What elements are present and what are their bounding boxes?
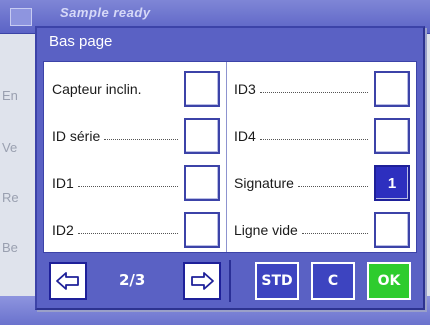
row-id2: ID2 — [52, 210, 220, 250]
row-id-serie: ID série — [52, 116, 220, 156]
button-bar: 2/3 STD C OK — [43, 258, 417, 304]
row-id4: ID4 — [234, 116, 410, 156]
background-label: Be — [2, 240, 18, 255]
row-id1: ID1 — [52, 163, 220, 203]
row-label: Signature — [234, 175, 294, 191]
dot-leader — [104, 138, 178, 140]
arrow-left-icon — [56, 272, 79, 290]
row-label: ID2 — [52, 222, 74, 238]
id2-checkbox[interactable] — [184, 212, 220, 248]
row-label: ID3 — [234, 81, 256, 97]
scale-icon — [10, 8, 32, 26]
button-separator — [229, 260, 231, 302]
dot-leader — [259, 138, 368, 140]
previous-page-button[interactable] — [49, 262, 87, 300]
arrow-right-icon — [191, 272, 214, 290]
row-label: ID série — [52, 128, 101, 144]
row-signature: Signature 1 — [234, 163, 410, 203]
dot-leader — [301, 232, 368, 234]
row-label: ID4 — [234, 128, 256, 144]
row-label: Ligne vide — [234, 222, 298, 238]
next-page-button[interactable] — [183, 262, 221, 300]
id4-checkbox[interactable] — [374, 118, 410, 154]
clear-button[interactable]: C — [311, 262, 355, 300]
background-label: Re — [2, 190, 19, 205]
page-indicator: 2/3 — [119, 271, 146, 289]
background-label: En — [2, 88, 18, 103]
dialog-title: Bas page — [49, 33, 113, 50]
dot-leader — [77, 185, 178, 187]
background-label: Ve — [2, 140, 18, 155]
id1-checkbox[interactable] — [184, 165, 220, 201]
row-ligne-vide: Ligne vide — [234, 210, 410, 250]
dot-leader — [77, 232, 178, 234]
row-label: Capteur inclin. — [52, 81, 142, 97]
bottom-page-dialog: Bas page Capteur inclin. ID série ID1 ID… — [35, 26, 425, 310]
column-divider — [226, 62, 227, 252]
id3-checkbox[interactable] — [374, 71, 410, 107]
signature-checkbox[interactable]: 1 — [374, 165, 410, 201]
ok-button[interactable]: OK — [367, 262, 411, 300]
row-capteur-inclin: Capteur inclin. — [52, 69, 220, 109]
id-serie-checkbox[interactable] — [184, 118, 220, 154]
dot-leader — [297, 185, 368, 187]
settings-panel: Capteur inclin. ID série ID1 ID2 ID3 ID4 — [43, 61, 417, 253]
std-button[interactable]: STD — [255, 262, 299, 300]
capteur-inclin-checkbox[interactable] — [184, 71, 220, 107]
row-label: ID1 — [52, 175, 74, 191]
row-id3: ID3 — [234, 69, 410, 109]
background-title: Sample ready — [60, 5, 151, 20]
dot-leader — [259, 91, 368, 93]
ligne-vide-checkbox[interactable] — [374, 212, 410, 248]
